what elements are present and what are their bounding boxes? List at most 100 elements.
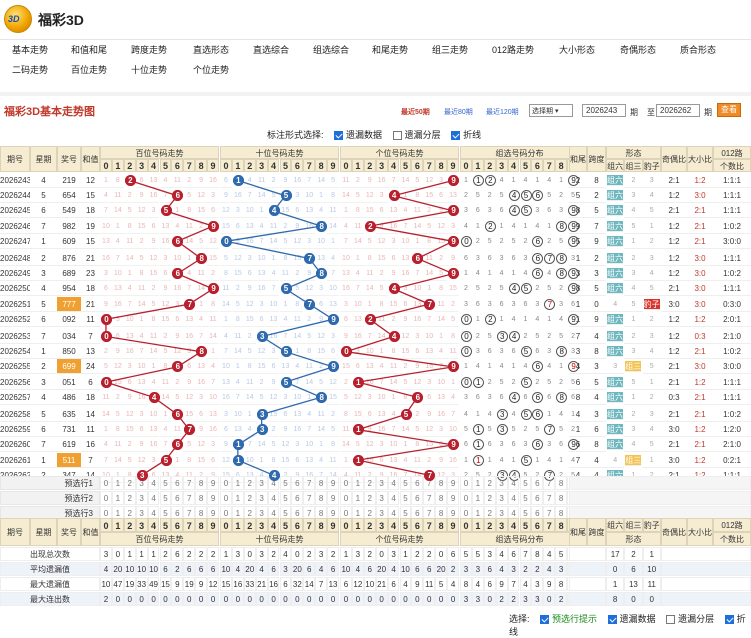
preview-digit[interactable]: 0 — [220, 476, 232, 490]
preview-digit[interactable]: 1 — [351, 476, 364, 490]
preview-digit[interactable]: 1 — [231, 491, 244, 505]
nav-item[interactable]: 组三走势 — [432, 43, 468, 56]
preview-digit[interactable]: 0 — [100, 491, 112, 505]
nav-item[interactable]: 质合形态 — [680, 43, 716, 56]
range-120-link[interactable]: 最近120期 — [486, 107, 519, 117]
preview-digit[interactable]: 4 — [387, 476, 400, 490]
from-period-input[interactable]: 2026243 — [582, 104, 626, 117]
preview-digit[interactable]: 9 — [327, 476, 339, 490]
preview-digit[interactable]: 1 — [111, 491, 124, 505]
preview-digit[interactable]: 5 — [279, 476, 292, 490]
nav-item[interactable]: 直选形态 — [193, 43, 229, 56]
preview-digit[interactable]: 1 — [471, 491, 484, 505]
preview-digit[interactable]: 8 — [435, 491, 448, 505]
preview-digit[interactable]: 9 — [207, 476, 219, 490]
preview-digit[interactable]: 5 — [399, 476, 412, 490]
preview-digit[interactable]: 6 — [531, 476, 544, 490]
preview-digit[interactable]: 4 — [387, 491, 400, 505]
preview-digit[interactable]: 2 — [483, 491, 496, 505]
nav-item[interactable]: 和值和尾 — [71, 43, 107, 56]
preview-digit[interactable]: 0 — [340, 491, 352, 505]
preview-digit[interactable]: 1 — [111, 476, 124, 490]
nav-item[interactable]: 跨度走势 — [131, 43, 167, 56]
preview-digit[interactable]: 5 — [519, 476, 532, 490]
range-80-link[interactable]: 最近80期 — [444, 107, 473, 117]
preview-digit[interactable]: 2 — [123, 491, 136, 505]
preview-digit[interactable]: 9 — [447, 491, 459, 505]
nav-item[interactable]: 个位走势 — [193, 63, 229, 76]
preview-digit[interactable]: 2 — [123, 476, 136, 490]
preview-digit[interactable]: 9 — [327, 491, 339, 505]
preview-digit[interactable]: 5 — [519, 491, 532, 505]
preview-digit[interactable]: 2 — [363, 476, 376, 490]
bottom-missing-data-checkbox[interactable] — [607, 615, 617, 625]
preview-digit[interactable]: 8 — [315, 476, 328, 490]
preview-digit[interactable]: 7 — [303, 491, 316, 505]
fucai-logo[interactable]: 3D — [4, 5, 32, 33]
preview-digit[interactable]: 3 — [375, 476, 388, 490]
query-button[interactable]: 查看 — [717, 103, 741, 117]
preview-digit[interactable]: 4 — [507, 491, 520, 505]
nav-item[interactable]: 百位走势 — [71, 63, 107, 76]
preview-digit[interactable]: 2 — [363, 491, 376, 505]
preview-digit[interactable]: 4 — [147, 476, 160, 490]
preview-digit[interactable]: 9 — [447, 476, 459, 490]
bottom-missing-layer-checkbox[interactable] — [666, 615, 676, 625]
preview-digit[interactable]: 7 — [423, 491, 436, 505]
preview-digit[interactable]: 8 — [195, 491, 208, 505]
nav-item[interactable]: 大小形态 — [559, 43, 595, 56]
preview-digit[interactable]: 6 — [411, 476, 424, 490]
preview-digit[interactable]: 6 — [531, 491, 544, 505]
range-50-link[interactable]: 最近50期 — [401, 107, 430, 117]
preview-digit[interactable]: 1 — [351, 491, 364, 505]
preview-digit[interactable]: 6 — [291, 476, 304, 490]
preview-digit[interactable]: 0 — [460, 476, 472, 490]
nav-item[interactable]: 组选综合 — [313, 43, 349, 56]
preview-digit[interactable]: 3 — [255, 491, 268, 505]
preview-digit[interactable]: 8 — [435, 476, 448, 490]
preview-digit[interactable]: 4 — [267, 491, 280, 505]
preview-digit[interactable]: 7 — [303, 476, 316, 490]
bottom-polyline-checkbox[interactable] — [724, 615, 734, 625]
preview-digit[interactable]: 1 — [231, 476, 244, 490]
nav-item[interactable]: 二码走势 — [12, 63, 48, 76]
nav-item[interactable]: 十位走势 — [131, 63, 167, 76]
preview-digit[interactable]: 5 — [159, 491, 172, 505]
nav-item[interactable]: 012路走势 — [492, 43, 534, 56]
preview-digit[interactable]: 1 — [471, 476, 484, 490]
preview-digit[interactable]: 0 — [220, 491, 232, 505]
preview-digit[interactable]: 7 — [183, 491, 196, 505]
preview-digit[interactable]: 8 — [555, 491, 568, 505]
nav-item[interactable]: 和尾走势 — [372, 43, 408, 56]
preview-digit[interactable]: 3 — [135, 491, 148, 505]
preview-digit[interactable]: 7 — [183, 476, 196, 490]
preview-digit[interactable]: 5 — [159, 476, 172, 490]
preview-digit[interactable]: 7 — [543, 476, 556, 490]
period-select[interactable]: 选择期 ▾ — [529, 104, 573, 117]
preview-digit[interactable]: 4 — [147, 491, 160, 505]
missing-data-checkbox[interactable] — [334, 131, 344, 141]
preview-digit[interactable]: 8 — [195, 476, 208, 490]
preview-digit[interactable]: 8 — [555, 476, 568, 490]
preview-digit[interactable]: 3 — [495, 491, 508, 505]
preview-digit[interactable]: 0 — [460, 491, 472, 505]
preview-digit[interactable]: 0 — [340, 476, 352, 490]
preview-digit[interactable]: 5 — [399, 491, 412, 505]
preview-digit[interactable]: 9 — [207, 491, 219, 505]
preview-digit[interactable]: 6 — [291, 491, 304, 505]
preview-digit[interactable]: 6 — [171, 476, 184, 490]
preview-digit[interactable]: 4 — [507, 476, 520, 490]
nav-item[interactable]: 基本走势 — [12, 43, 48, 56]
preview-digit[interactable]: 2 — [243, 476, 256, 490]
preview-digit[interactable]: 3 — [255, 476, 268, 490]
preview-hint-checkbox[interactable] — [540, 615, 550, 625]
preview-digit[interactable]: 3 — [495, 476, 508, 490]
preview-digit[interactable]: 0 — [100, 476, 112, 490]
preview-digit[interactable]: 7 — [543, 491, 556, 505]
missing-layer-checkbox[interactable] — [392, 131, 402, 141]
polyline-checkbox[interactable] — [451, 131, 461, 141]
preview-digit[interactable]: 3 — [375, 491, 388, 505]
nav-item[interactable]: 奇偶形态 — [620, 43, 656, 56]
preview-digit[interactable]: 8 — [315, 491, 328, 505]
nav-item[interactable]: 直选综合 — [253, 43, 289, 56]
